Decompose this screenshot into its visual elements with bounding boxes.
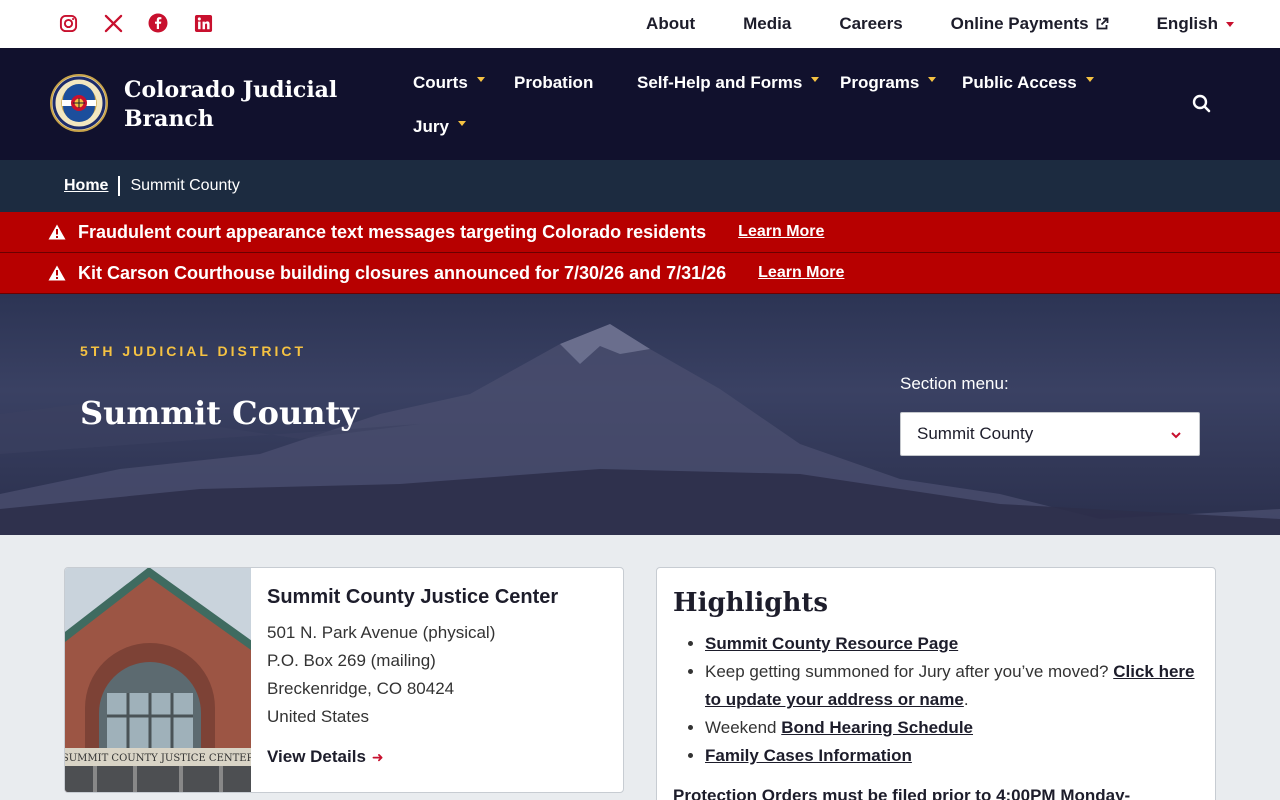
section-menu-label: Section menu: bbox=[900, 374, 1009, 393]
nav-courts[interactable]: Courts bbox=[413, 73, 485, 93]
photo-sign-text: SUMMIT COUNTY JUSTICE CENTER bbox=[65, 753, 251, 764]
address-city: Breckenridge, CO 80424 bbox=[267, 679, 455, 698]
warning-icon bbox=[48, 265, 66, 281]
justice-center-title: Summit County Justice Center bbox=[267, 586, 559, 608]
careers-link[interactable]: Careers bbox=[839, 14, 902, 34]
breadcrumb-current: Summit County bbox=[130, 177, 240, 194]
utility-bar: About Media Careers Online Payments Engl… bbox=[0, 0, 1280, 48]
chevron-down-icon bbox=[1171, 432, 1181, 439]
breadcrumb-separator bbox=[118, 176, 121, 196]
highlights-card: Highlights Summit County Resource Page K… bbox=[656, 567, 1216, 800]
instagram-icon[interactable] bbox=[58, 12, 78, 34]
chevron-down-icon bbox=[476, 76, 485, 82]
arrow-right-icon: ➜ bbox=[371, 748, 384, 765]
main-header: Colorado Judicial Branch Courts Probatio… bbox=[0, 48, 1280, 160]
external-link-icon bbox=[1096, 17, 1108, 30]
section-menu-value: Summit County bbox=[917, 424, 1034, 443]
online-payments-label: Online Payments bbox=[950, 14, 1089, 33]
hero-banner: 5TH JUDICIAL DISTRICT Summit County Sect… bbox=[0, 294, 1280, 535]
nav-programs-label: Programs bbox=[840, 73, 920, 92]
breadcrumb: Home Summit County bbox=[0, 160, 1280, 212]
warning-icon bbox=[48, 224, 66, 240]
chevron-down-icon bbox=[811, 76, 820, 82]
family-cases-link[interactable]: Family Cases Information bbox=[705, 746, 912, 765]
site-name[interactable]: Colorado Judicial Branch bbox=[124, 76, 344, 134]
view-details-label: View Details bbox=[267, 747, 366, 766]
address-mailing: P.O. Box 269 (mailing) bbox=[267, 651, 436, 670]
alert-learn-more-link[interactable]: Learn More bbox=[758, 264, 844, 282]
nav-jury-label: Jury bbox=[413, 117, 449, 136]
chevron-down-icon bbox=[1085, 76, 1094, 82]
colorado-courts-seal-logo[interactable] bbox=[50, 74, 108, 132]
chevron-down-icon bbox=[928, 76, 937, 82]
highlights-list: Summit County Resource Page Keep getting… bbox=[705, 630, 1195, 770]
list-item: Weekend Bond Hearing Schedule bbox=[705, 714, 1195, 742]
bond-hearing-schedule-link[interactable]: Bond Hearing Schedule bbox=[781, 718, 973, 737]
search-icon bbox=[1192, 94, 1211, 113]
jury-summons-period: . bbox=[963, 690, 969, 709]
view-details-link[interactable]: View Details ➜ bbox=[267, 747, 558, 767]
nav-courts-label: Courts bbox=[413, 73, 468, 92]
alert-message: Kit Carson Courthouse building closures … bbox=[78, 262, 727, 283]
page-title: Summit County bbox=[80, 394, 359, 432]
chevron-down-icon bbox=[1226, 21, 1234, 27]
resource-page-link[interactable]: Summit County Resource Page bbox=[705, 634, 958, 653]
section-menu-select[interactable]: Summit County bbox=[900, 412, 1200, 456]
address-physical: 501 N. Park Avenue (physical) bbox=[267, 623, 496, 642]
nav-public-access[interactable]: Public Access bbox=[962, 73, 1094, 93]
protection-orders-note: Protection Orders must be filed prior to… bbox=[673, 786, 1130, 800]
alert-learn-more-link[interactable]: Learn More bbox=[738, 223, 824, 241]
alert-banner: Kit Carson Courthouse building closures … bbox=[0, 253, 1280, 294]
breadcrumb-home[interactable]: Home bbox=[64, 177, 108, 195]
chevron-down-icon bbox=[457, 120, 466, 126]
district-label: 5TH JUDICIAL DISTRICT bbox=[80, 343, 307, 359]
nav-self-help-forms[interactable]: Self-Help and Forms bbox=[637, 73, 820, 93]
nav-probation[interactable]: Probation bbox=[514, 73, 593, 93]
list-item: Keep getting summoned for Jury after you… bbox=[705, 658, 1195, 714]
alert-banner: Fraudulent court appearance text message… bbox=[0, 212, 1280, 253]
x-twitter-icon[interactable] bbox=[103, 12, 123, 34]
protection-orders-text: must be filed prior to 4:00PM Monday- bbox=[822, 786, 1131, 800]
search-button[interactable] bbox=[1190, 92, 1214, 116]
highlights-title: Highlights bbox=[673, 588, 829, 618]
media-link[interactable]: Media bbox=[743, 14, 791, 34]
alert-message: Fraudulent court appearance text message… bbox=[78, 221, 707, 242]
nav-jury[interactable]: Jury bbox=[413, 117, 466, 137]
linkedin-icon[interactable] bbox=[193, 12, 213, 34]
nav-programs[interactable]: Programs bbox=[840, 73, 937, 93]
protection-orders-link[interactable]: Protection Orders bbox=[673, 786, 818, 800]
facebook-icon[interactable] bbox=[148, 12, 168, 34]
list-item: Summit County Resource Page bbox=[705, 630, 1195, 658]
social-links bbox=[58, 12, 213, 34]
weekend-text: Weekend bbox=[705, 718, 777, 737]
justice-center-card: SUMMIT COUNTY JUSTICE CENTER Summit Coun… bbox=[64, 567, 624, 793]
nav-public-access-label: Public Access bbox=[962, 73, 1077, 92]
justice-center-details: Summit County Justice Center 501 N. Park… bbox=[267, 586, 558, 767]
language-label: English bbox=[1156, 14, 1218, 33]
justice-center-photo: SUMMIT COUNTY JUSTICE CENTER bbox=[65, 568, 251, 792]
nav-probation-label: Probation bbox=[514, 73, 594, 92]
nav-self-help-label: Self-Help and Forms bbox=[637, 73, 803, 92]
language-selector[interactable]: English bbox=[1157, 14, 1234, 34]
utility-nav: About Media Careers Online Payments Engl… bbox=[598, 0, 1234, 48]
address-country: United States bbox=[267, 707, 370, 726]
list-item: Family Cases Information bbox=[705, 742, 1195, 770]
online-payments-link[interactable]: Online Payments bbox=[951, 14, 1109, 34]
about-link[interactable]: About bbox=[646, 14, 695, 34]
jury-summons-text: Keep getting summoned for Jury after you… bbox=[705, 662, 1109, 681]
